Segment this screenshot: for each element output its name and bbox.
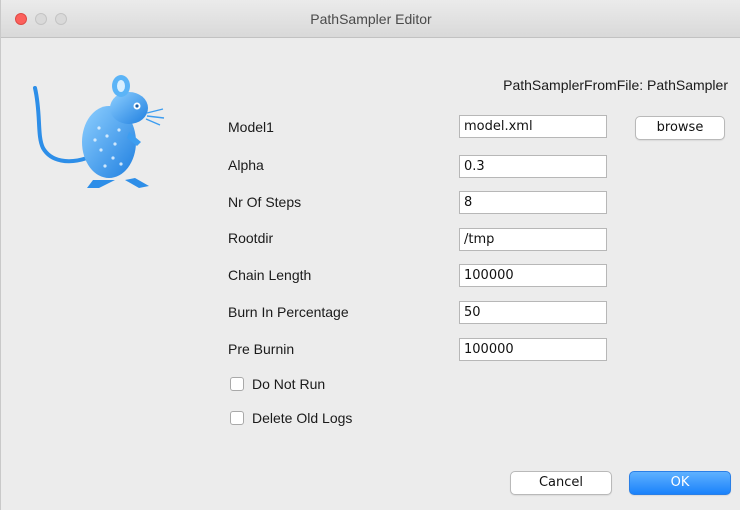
pre-burnin-field[interactable] — [459, 338, 607, 361]
chain-length-label: Chain Length — [228, 267, 312, 283]
rootdir-field[interactable] — [459, 228, 607, 251]
cancel-button[interactable]: Cancel — [510, 471, 612, 495]
window-title: PathSampler Editor — [310, 11, 432, 27]
rootdir-label: Rootdir — [228, 230, 274, 246]
do-not-run-checkbox[interactable] — [230, 377, 244, 391]
chain-length-field[interactable] — [459, 264, 607, 287]
browse-button[interactable]: browse — [635, 116, 725, 140]
burn-in-percentage-field[interactable] — [459, 301, 607, 324]
do-not-run-label: Do Not Run — [252, 376, 326, 392]
delete-old-logs-checkbox[interactable] — [230, 411, 244, 425]
nr-of-steps-label: Nr Of Steps — [228, 194, 302, 210]
model1-label: Model1 — [228, 119, 274, 135]
burn-in-percentage-label: Burn In Percentage — [228, 304, 349, 320]
mouse-mascot-icon — [33, 75, 165, 188]
alpha-field[interactable] — [459, 155, 607, 178]
delete-old-logs-label: Delete Old Logs — [252, 410, 353, 426]
nr-of-steps-field[interactable] — [459, 191, 607, 214]
ok-button[interactable]: OK — [629, 471, 731, 495]
alpha-label: Alpha — [228, 157, 264, 173]
dialog-window: PathSampler Editor PathSamplerFromFile: … — [0, 0, 740, 510]
title-bar[interactable]: PathSampler Editor — [1, 0, 740, 38]
pre-burnin-label: Pre Burnin — [228, 341, 295, 357]
editor-heading: PathSamplerFromFile: PathSampler — [503, 77, 728, 93]
model1-field[interactable] — [459, 115, 607, 138]
